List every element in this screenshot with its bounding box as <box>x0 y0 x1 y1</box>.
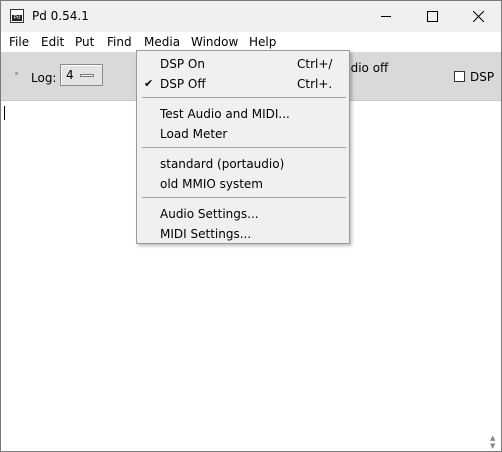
menu-media[interactable]: Media <box>144 35 180 49</box>
media-dropdown-menu: DSP On Ctrl+/ ✔ DSP Off Ctrl+. Test Audi… <box>136 50 350 244</box>
scroll-down-arrow-icon[interactable]: ▼ <box>490 442 495 450</box>
scroll-up-arrow-icon[interactable]: ▲ <box>490 434 495 442</box>
log-label: Log: <box>31 71 57 85</box>
menu-item-audio-settings[interactable]: Audio Settings... <box>137 204 349 224</box>
menu-item-test-audio[interactable]: Test Audio and MIDI... <box>137 104 349 124</box>
pd-app-icon: Pd <box>10 9 24 23</box>
log-level-value: 4 <box>66 68 74 82</box>
dsp-on-shortcut: Ctrl+/ <box>297 57 333 71</box>
minimize-icon <box>381 16 391 17</box>
menu-item-dsp-on[interactable]: DSP On Ctrl+/ <box>137 54 349 74</box>
dsp-off-label: DSP Off <box>160 77 206 91</box>
menu-item-load-meter[interactable]: Load Meter <box>137 124 349 144</box>
window-title: Pd 0.54.1 <box>32 9 89 23</box>
midi-settings-label: MIDI Settings... <box>160 227 252 241</box>
dsp-label: DSP <box>470 70 495 84</box>
maximize-icon <box>426 11 438 22</box>
api-mmio-label: old MMIO system <box>160 177 263 191</box>
menu-file[interactable]: File <box>9 35 29 49</box>
close-button[interactable] <box>455 1 501 32</box>
dsp-checkbox[interactable] <box>454 71 465 82</box>
audio-settings-label: Audio Settings... <box>160 207 259 221</box>
title-bar: Pd Pd 0.54.1 <box>1 1 501 32</box>
menu-separator <box>142 97 346 98</box>
menu-window[interactable]: Window <box>191 35 238 49</box>
load-meter-label: Load Meter <box>160 127 228 141</box>
dsp-off-shortcut: Ctrl+. <box>297 77 333 91</box>
menu-separator <box>142 147 346 148</box>
dsp-on-label: DSP On <box>160 57 205 71</box>
menu-item-midi-settings[interactable]: MIDI Settings... <box>137 224 349 244</box>
menu-find[interactable]: Find <box>107 35 132 49</box>
checkmark-icon: ✔ <box>144 77 154 90</box>
maximize-button[interactable] <box>409 1 455 32</box>
menu-help[interactable]: Help <box>249 35 276 49</box>
menu-separator <box>142 197 346 198</box>
menu-put[interactable]: Put <box>75 35 94 49</box>
status-dot-icon <box>15 72 18 75</box>
menu-edit[interactable]: Edit <box>41 35 64 49</box>
menubutton-indicator-icon <box>80 74 94 77</box>
api-standard-label: standard (portaudio) <box>160 157 285 171</box>
log-level-menubutton[interactable]: 4 <box>60 64 103 86</box>
test-audio-label: Test Audio and MIDI... <box>160 107 290 121</box>
minimize-button[interactable] <box>363 1 409 32</box>
menu-bar: File Edit Put Find Media Window Help <box>1 32 501 52</box>
menu-item-api-standard[interactable]: standard (portaudio) <box>137 154 349 174</box>
close-icon <box>472 11 484 22</box>
menu-item-api-mmio[interactable]: old MMIO system <box>137 174 349 194</box>
menu-item-dsp-off[interactable]: ✔ DSP Off Ctrl+. <box>137 74 349 94</box>
